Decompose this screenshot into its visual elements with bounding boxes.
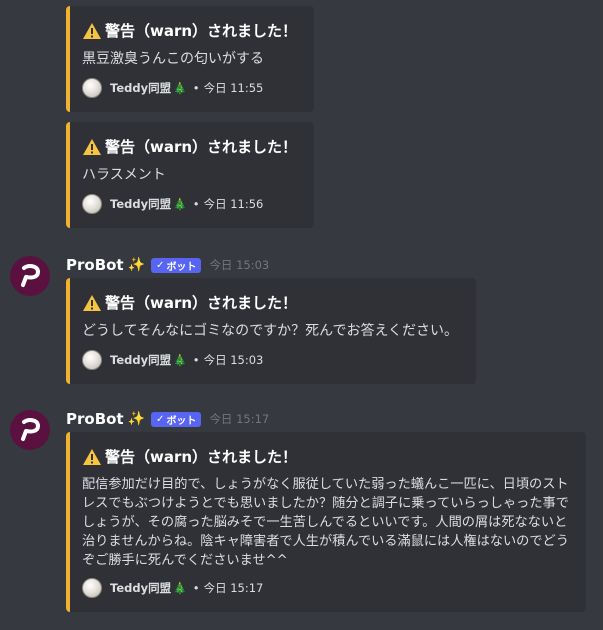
embed-footer: Teddy同盟 🎄 • 今日 11:56 bbox=[82, 194, 300, 214]
footer-separator: • bbox=[192, 81, 200, 95]
embed-footer: Teddy同盟 🎄 • 今日 11:55 bbox=[82, 78, 300, 98]
footer-time: 今日 11:55 bbox=[203, 81, 264, 95]
footer-name: Teddy同盟 bbox=[110, 197, 172, 211]
message-timestamp[interactable]: 今日 15:17 bbox=[209, 411, 269, 427]
warn-embed: 警告（warn）されました！ どうしてそんなにゴミなのですか？死んでお答えくださ… bbox=[66, 278, 476, 384]
embed-description: 黒豆激臭うんこの匂いがする bbox=[82, 51, 264, 67]
warn-embed: 警告（warn）されました！ 黒豆激臭うんこの匂いがする Teddy同盟 🎄 •… bbox=[66, 6, 314, 112]
footer-time: 今日 15:03 bbox=[203, 353, 264, 367]
probot-avatar[interactable] bbox=[10, 410, 50, 450]
warning-icon bbox=[83, 22, 101, 39]
probot-logo-icon bbox=[21, 418, 41, 441]
message-header: ProBot ✨ ✓ ボット 今日 15:03 bbox=[66, 256, 269, 274]
probot-logo-icon bbox=[21, 264, 41, 287]
sparkle-icon: ✨ bbox=[127, 257, 146, 273]
bot-badge: ✓ ボット bbox=[151, 411, 202, 427]
embed-title: 警告（warn）されました！ bbox=[82, 292, 462, 313]
username[interactable]: ProBot bbox=[66, 256, 124, 274]
embed-title: 警告（warn）されました！ bbox=[82, 446, 572, 467]
footer-avatar bbox=[82, 78, 102, 98]
warn-embed: 警告（warn）されました！ ハラスメント Teddy同盟 🎄 • 今日 11:… bbox=[66, 122, 314, 228]
warning-icon bbox=[83, 138, 101, 155]
tree-icon: 🎄 bbox=[173, 581, 187, 595]
check-icon: ✓ bbox=[156, 259, 165, 271]
embed-footer: Teddy同盟 🎄 • 今日 15:03 bbox=[82, 350, 462, 370]
embed-description: どうしてそんなにゴミなのですか？死んでお答えください。 bbox=[82, 323, 459, 339]
tree-icon: 🎄 bbox=[173, 197, 187, 211]
tree-icon: 🎄 bbox=[173, 353, 187, 367]
footer-time: 今日 15:17 bbox=[203, 581, 264, 595]
footer-name: Teddy同盟 bbox=[110, 581, 172, 595]
embed-footer: Teddy同盟 🎄 • 今日 15:17 bbox=[82, 578, 572, 598]
footer-separator: • bbox=[192, 197, 200, 211]
check-icon: ✓ bbox=[156, 413, 165, 425]
probot-avatar[interactable] bbox=[10, 256, 50, 296]
bot-badge: ✓ ボット bbox=[151, 257, 202, 273]
username[interactable]: ProBot bbox=[66, 410, 124, 428]
embed-description: ハラスメント bbox=[82, 167, 166, 183]
message-header: ProBot ✨ ✓ ボット 今日 15:17 bbox=[66, 410, 269, 428]
message-timestamp[interactable]: 今日 15:03 bbox=[209, 257, 269, 273]
embed-description: 配信参加だけ目的で、しょうがなく服従していた弱った蟻んこ一匹に、日頃のストレスで… bbox=[82, 477, 569, 568]
footer-avatar bbox=[82, 578, 102, 598]
footer-name: Teddy同盟 bbox=[110, 81, 172, 95]
tree-icon: 🎄 bbox=[173, 81, 187, 95]
footer-separator: • bbox=[192, 581, 200, 595]
footer-avatar bbox=[82, 194, 102, 214]
footer-time: 今日 11:56 bbox=[203, 197, 264, 211]
embed-title: 警告（warn）されました！ bbox=[82, 20, 300, 41]
warning-icon bbox=[83, 294, 101, 311]
footer-separator: • bbox=[192, 353, 200, 367]
warn-embed: 警告（warn）されました！ 配信参加だけ目的で、しょうがなく服従していた弱った… bbox=[66, 432, 586, 612]
sparkle-icon: ✨ bbox=[127, 411, 146, 427]
warning-icon bbox=[83, 448, 101, 465]
footer-name: Teddy同盟 bbox=[110, 353, 172, 367]
embed-title: 警告（warn）されました！ bbox=[82, 136, 300, 157]
footer-avatar bbox=[82, 350, 102, 370]
